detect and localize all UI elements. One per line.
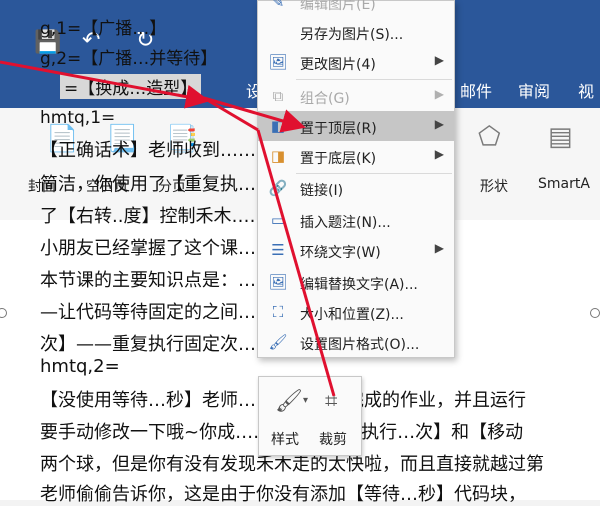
crop-button[interactable]: 裁剪 [319,429,347,449]
doc-line-8: hmtq,2= [40,356,120,377]
menu-item-label: 另存为图片(S)... [300,27,404,43]
submenu-arrow-icon: ▶ [434,53,444,67]
doc-top-line-3: =【换成…造型】 [60,74,202,99]
menu-item-label: 置于底层(K) [300,151,377,167]
mini-toolbar: 🖌 ▾ ⌗ 样式 裁剪 [258,376,362,456]
menu-item-format-picture[interactable]: 🖌 设置图片格式(O)... [258,327,454,357]
wrap-text-icon: ☰ [271,241,285,259]
submenu-arrow-icon: ▶ [434,241,444,255]
link-icon: 🔗 [268,179,288,197]
menu-item-bring-to-front[interactable]: ◧ 置于顶层(R) ▶ [258,111,454,141]
style-button[interactable]: 样式 [271,429,299,449]
send-to-back-icon: ◨ [270,147,286,165]
menu-item-group[interactable]: ⧉ 组合(G) ▶ [258,81,454,111]
context-menu: ✎ 编辑图片(E) 另存为图片(S)... 🖼 更改图片(4) ▶ ⧉ 组合(G… [257,0,455,358]
submenu-arrow-icon: ▶ [434,87,444,101]
tab-view[interactable]: 视 [578,78,594,102]
shapes-icon[interactable]: ⬠ [478,122,501,152]
menu-item-wrap-text[interactable]: ☰ 环绕文字(W) ▶ [258,235,454,265]
menu-item-label: 更改图片(4) [300,57,376,73]
doc-top-line-2: g,2=【广播…并等待】 [40,49,218,69]
menu-item-send-to-back[interactable]: ◨ 置于底层(K) ▶ [258,141,454,171]
doc-top-line-4: hmtq,1= [40,108,116,128]
menu-item-label: 插入题注(N)... [300,215,391,231]
menu-item-label: 链接(I) [300,183,344,199]
menu-item-link[interactable]: 🔗 链接(I) [258,173,454,203]
alt-text-icon: 🖼 [268,273,288,291]
tab-review[interactable]: 审阅 [518,78,550,102]
image-resize-handle[interactable] [590,308,600,318]
menu-item-label: 大小和位置(Z)... [300,307,404,323]
dropdown-arrow-icon[interactable]: ▾ [303,395,308,406]
menu-item-size-and-position[interactable]: ⛶ 大小和位置(Z)... [258,297,454,327]
ribbon-smartart-label[interactable]: SmartA [538,176,590,192]
menu-separator [296,79,452,80]
menu-item-save-as-picture[interactable]: 另存为图片(S)... [258,17,454,47]
picture-style-icon[interactable]: 🖌 [275,389,303,414]
group-icon: ⧉ [272,87,284,105]
menu-item-label: 环绕文字(W) [300,245,381,261]
submenu-arrow-icon: ▶ [434,117,444,131]
bring-to-front-icon: ◧ [270,117,286,135]
menu-item-change-picture[interactable]: 🖼 更改图片(4) ▶ [258,47,454,77]
menu-item-insert-caption[interactable]: ▭ 插入题注(N)... [258,205,454,235]
change-picture-icon: 🖼 [268,53,288,71]
edit-picture-icon: ✎ [271,0,285,11]
menu-item-label: 组合(G) [300,91,350,107]
smartart-icon[interactable]: ▤ [548,122,573,152]
menu-item-edit-picture[interactable]: ✎ 编辑图片(E) [258,0,454,17]
ribbon-shapes-label[interactable]: 形状 [480,176,508,196]
format-picture-icon: 🖌 [268,333,288,351]
doc-top-line-1: g,1=【广播…】 [40,19,167,39]
crop-icon[interactable]: ⌗ [325,389,337,414]
size-position-icon: ⛶ [272,303,284,321]
insert-caption-icon: ▭ [270,211,286,229]
menu-item-edit-alt-text[interactable]: 🖼 编辑替换文字(A)... [258,267,454,297]
tab-mailings[interactable]: 邮件 [460,78,492,102]
doc-line-12: 老师偷偷告诉你，这是由于你没有添加【等待…秒】代码块， [40,484,526,505]
submenu-arrow-icon: ▶ [434,147,444,161]
menu-item-label: 编辑替换文字(A)... [300,277,418,293]
menu-item-label: 编辑图片(E) [300,0,376,13]
menu-item-label: 置于顶层(R) [300,121,377,137]
menu-item-label: 设置图片格式(O)... [300,337,420,353]
